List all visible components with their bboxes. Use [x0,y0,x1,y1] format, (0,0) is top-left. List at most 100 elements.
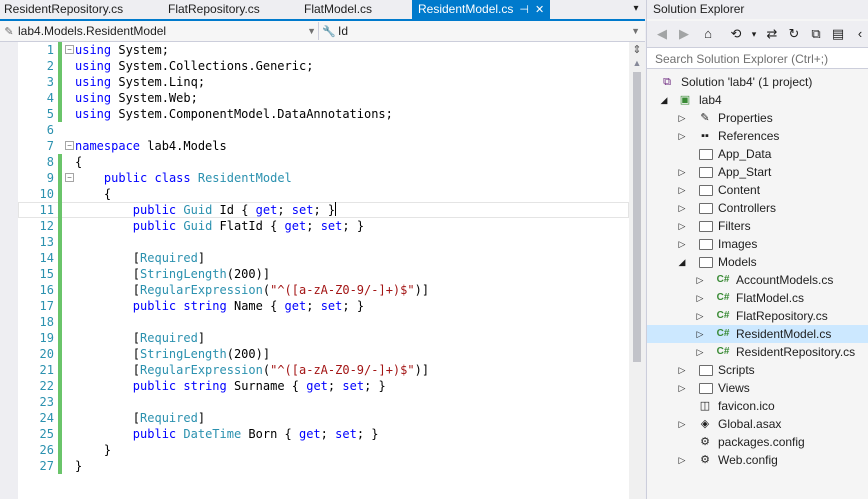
tab-resident-repository[interactable]: ResidentRepository.cs [4,0,123,19]
tree-item-models[interactable]: ◢ Models [647,253,868,271]
tree-item-packages-config[interactable]: ⚙ packages.config [647,433,868,451]
code-text: public Guid FlatId { get; set; } [75,218,364,234]
tree-item-app-start[interactable]: ▷ App_Start [647,163,868,181]
code-token: System; [111,43,169,57]
tab-overflow-dropdown-icon[interactable]: ▾ [628,0,644,19]
collapsed-arrow-icon[interactable]: ▷ [677,361,687,379]
code-token: ] [197,411,206,425]
keyword: namespace [75,139,141,153]
collapsed-arrow-icon[interactable]: ▷ [677,235,687,253]
refresh-icon[interactable]: ↻ [785,25,803,43]
line-number: 23 [39,395,54,409]
code-editor[interactable]: 1 − using System; 2 using System.Collect… [0,42,629,499]
split-handle-icon[interactable]: ⇕ [629,44,645,56]
line-number: 3 [46,75,54,89]
keyword: public [132,427,177,441]
tree-item-references[interactable]: ▷ ▪▪ References [647,127,868,145]
collapsed-arrow-icon[interactable]: ▷ [677,127,687,145]
tree-item-views[interactable]: ▷ Views [647,379,868,397]
sync-icon[interactable]: ⇄ [763,25,781,43]
code-line: 8 { [18,154,629,170]
collapsed-arrow-icon[interactable]: ▷ [695,289,705,307]
code-line: 10 { [18,186,629,202]
code-line: 5 using System.ComponentModel.DataAnnota… [18,106,629,122]
collapsed-arrow-icon[interactable]: ▷ [677,109,687,127]
show-all-files-icon[interactable]: ▤ [829,25,847,43]
tree-item-project[interactable]: ◢ ▣ lab4 [647,91,868,109]
collapsed-arrow-icon[interactable]: ▷ [677,163,687,181]
vertical-scrollbar[interactable]: ⇕ ▲ [629,42,645,499]
change-marker [58,90,62,106]
code-token: ; [306,219,321,233]
scroll-thumb[interactable] [633,72,641,362]
collapsed-arrow-icon[interactable]: ▷ [677,199,687,217]
change-marker [58,282,62,298]
tree-item-flat-repository[interactable]: ▷ C# FlatRepository.cs [647,307,868,325]
member-combo[interactable]: 🔧 Id ▼ [322,22,642,40]
tree-item-web-config[interactable]: ▷ ⚙ Web.config [647,451,868,469]
home-icon[interactable]: ⌂ [699,25,717,43]
scroll-up-icon[interactable]: ▲ [629,58,645,70]
collapsed-arrow-icon[interactable]: ▷ [677,379,687,397]
collapsed-arrow-icon[interactable]: ▷ [677,451,687,469]
collapsed-arrow-icon[interactable]: ▷ [695,343,705,361]
collapsed-arrow-icon[interactable]: ▷ [677,415,687,433]
tree-item-scripts[interactable]: ▷ Scripts [647,361,868,379]
tree-item-solution[interactable]: ⧉ Solution 'lab4' (1 project) [647,73,868,91]
tab-resident-model[interactable]: ResidentModel.cs ⊣ ✕ [412,0,551,20]
chevron-down-icon[interactable]: ▾ [745,25,763,43]
collapse-icon[interactable]: − [65,173,74,182]
tree-item-images[interactable]: ▷ Images [647,235,868,253]
code-text: [RegularExpression("^([a-zA-Z0-9/-]+)$")… [75,282,429,298]
tree-item-resident-model[interactable]: ▷ C# ResidentModel.cs [647,325,868,343]
code-token: [ [75,331,141,345]
tab-flat-repository[interactable]: FlatRepository.cs [168,0,260,19]
code-text: [StringLength(200)] [75,266,270,282]
folder-icon [699,365,713,376]
search-input[interactable]: Search Solution Explorer (Ctrl+;) [647,47,868,69]
tree-item-favicon[interactable]: ◫ favicon.ico [647,397,868,415]
properties-icon[interactable]: ‹ [851,25,868,43]
collapsed-arrow-icon[interactable]: ▷ [677,181,687,199]
tree-item-resident-repository[interactable]: ▷ C# ResidentRepository.cs [647,343,868,361]
keyword: set [335,427,357,441]
class-combo[interactable]: ✎ lab4.Models.ResidentModel ▼ [2,22,319,40]
code-line: 15 [StringLength(200)] [18,266,629,282]
code-text: using System.ComponentModel.DataAnnotati… [75,106,393,122]
tab-flat-model[interactable]: FlatModel.cs [304,0,372,19]
code-token: ( [262,283,271,297]
tree-item-label: Filters [718,219,751,233]
tree-item-account-models[interactable]: ▷ C# AccountModels.cs [647,271,868,289]
collapsed-arrow-icon[interactable]: ▷ [695,271,705,289]
collapsed-arrow-icon[interactable]: ▷ [677,217,687,235]
tree-item-filters[interactable]: ▷ Filters [647,217,868,235]
history-icon[interactable]: ⟲ [727,25,745,43]
back-icon[interactable]: ◀ [653,25,671,43]
change-marker [58,58,62,74]
pin-icon[interactable]: ⊣ [519,1,529,20]
navigation-bar: ✎ lab4.Models.ResidentModel ▼ 🔧 Id ▼ [0,21,645,42]
close-icon[interactable]: ✕ [535,1,544,20]
tree-item-controllers[interactable]: ▷ Controllers [647,199,868,217]
tree-item-properties[interactable]: ▷ ✎ Properties [647,109,868,127]
collapse-all-icon[interactable]: ⧉ [807,25,825,43]
collapse-icon[interactable]: − [65,141,74,150]
collapse-icon[interactable]: − [65,45,74,54]
expanded-arrow-icon[interactable]: ◢ [677,253,687,271]
expanded-arrow-icon[interactable]: ◢ [659,91,669,109]
tree-item-label: FlatRepository.cs [736,309,828,323]
change-marker [58,154,62,170]
tree-item-app-data[interactable]: App_Data [647,145,868,163]
collapsed-arrow-icon[interactable]: ▷ [695,325,705,343]
tree-item-content[interactable]: ▷ Content [647,181,868,199]
collapsed-arrow-icon[interactable]: ▷ [695,307,705,325]
code-token: System.Linq; [111,75,206,89]
code-text: public DateTime Born { get; set; } [75,426,379,442]
forward-icon[interactable]: ▶ [675,25,693,43]
code-token: [ [75,251,141,265]
tree-item-flat-model[interactable]: ▷ C# FlatModel.cs [647,289,868,307]
tree-item-global-asax[interactable]: ▷ ◈ Global.asax [647,415,868,433]
